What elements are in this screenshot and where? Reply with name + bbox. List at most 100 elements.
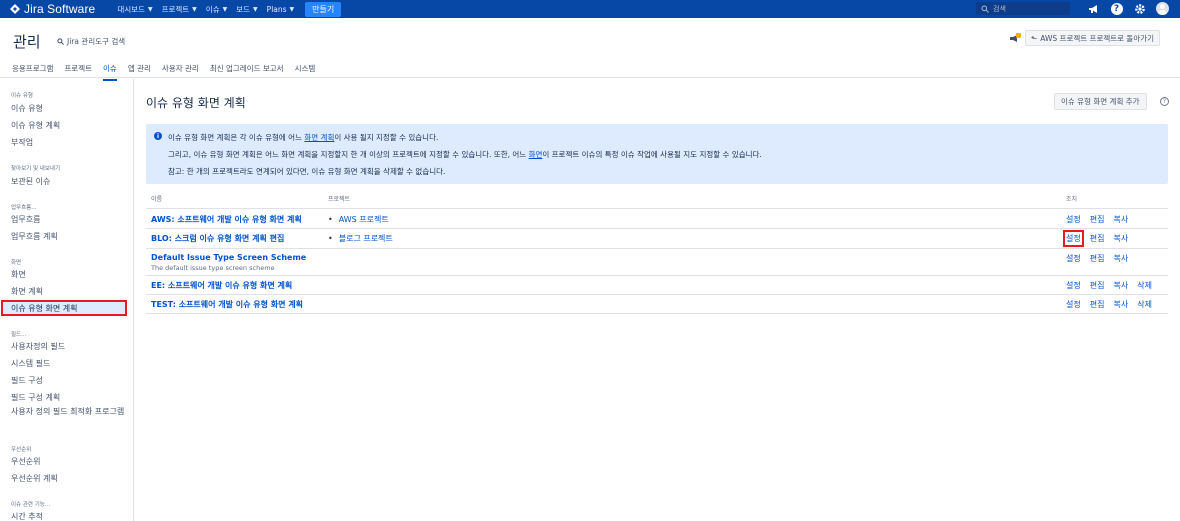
sidebar-item-issue-type-schemes[interactable]: 이슈 유형 계획 (11, 120, 60, 131)
edit-link[interactable]: 편집 (1090, 233, 1105, 244)
jira-logo[interactable]: Jira Software (10, 2, 95, 16)
create-button[interactable]: 만들기 (305, 1, 342, 17)
add-issue-type-screen-scheme-button[interactable]: 이슈 유형 화면 계획 추가 (1054, 93, 1147, 110)
sidebar-item-archived-issues[interactable]: 보관된 이슈 (11, 176, 50, 187)
info-line-1: 이슈 유형 화면 계획은 각 이슈 유형에 어느 화면 계획이 사용 될지 지정… (168, 133, 439, 142)
nav-dashboards[interactable]: 대시보드 ▼ (117, 4, 152, 15)
copy-link[interactable]: 복사 (1113, 214, 1128, 225)
row-divider (146, 248, 1168, 249)
delete-link[interactable]: 삭제 (1137, 299, 1152, 310)
tab-system[interactable]: 시스템 (295, 63, 316, 81)
sidebar-item-priority-schemes[interactable]: 우선순위 계획 (11, 473, 58, 484)
scheme-name-link[interactable]: TEST: 소프트웨어 개발 이슈 유형 화면 계획 (151, 299, 303, 310)
sidebar-item-priorities[interactable]: 우선순위 (11, 456, 40, 467)
sidebar-group-screens: 화면 (11, 260, 22, 266)
sidebar-item-subtasks[interactable]: 부작업 (11, 137, 33, 148)
configure-link[interactable]: 설정 (1066, 299, 1081, 310)
sidebar-item-field-configuration-schemes[interactable]: 필드 구성 계획 (11, 392, 60, 403)
product-name: Jira Software (24, 2, 96, 16)
notifications-megaphone-icon[interactable] (1086, 1, 1101, 16)
sidebar-item-workflow-schemes[interactable]: 업무흐름 계획 (11, 231, 58, 242)
sidebar-group-browse-export: 찾아보기 및 내보내기 (11, 166, 61, 172)
avatar-icon (1156, 2, 1169, 15)
table-header-divider (146, 208, 1168, 209)
row-actions: 설정 편집 복사 삭제 (1066, 299, 1161, 310)
copy-link[interactable]: 복사 (1113, 299, 1128, 310)
column-header-projects: 프로젝트 (328, 196, 351, 203)
help-icon[interactable]: ? (1160, 97, 1169, 106)
nav-projects[interactable]: 프로젝트 ▼ (162, 4, 197, 15)
jira-diamond-icon (10, 4, 20, 14)
sidebar-item-custom-fields[interactable]: 사용자정의 필드 (11, 341, 65, 352)
sidebar-item-custom-field-optimizer[interactable]: 사용자 정의 필드 최적화 프로그램 (11, 407, 129, 416)
row-actions: 설정 편집 복사 (1066, 214, 1137, 225)
user-avatar[interactable] (1155, 1, 1170, 16)
edit-link[interactable]: 편집 (1090, 253, 1105, 264)
info-line-2: 그리고, 이슈 유형 화면 계획은 어느 화면 계획을 지정할지 한 개 이상의… (168, 150, 762, 159)
sidebar-item-issue-types[interactable]: 이슈 유형 (11, 103, 43, 114)
scheme-name-link[interactable]: EE: 소프트웨어 개발 이슈 유형 화면 계획 (151, 280, 292, 291)
sidebar-group-priorities: 우선순위 (11, 447, 32, 453)
edit-link[interactable]: 편집 (1090, 299, 1105, 310)
scheme-name-link[interactable]: BLO: 스크럼 이슈 유형 화면 계획 편집 (151, 233, 284, 244)
sidebar-group-issue-types: 이슈 유형 (11, 93, 33, 99)
configure-link[interactable]: 설정 (1066, 214, 1081, 225)
back-to-project-button[interactable]: ⬑ AWS 프로젝트 프로젝트로 돌아가기 (1025, 30, 1161, 46)
sidebar-item-screen-schemes[interactable]: 화면 계획 (11, 286, 43, 297)
row-divider (146, 313, 1168, 314)
nav-plans[interactable]: Plans ▼ (267, 5, 295, 14)
screens-link[interactable]: 화면 (529, 150, 543, 159)
copy-link[interactable]: 복사 (1113, 280, 1128, 291)
project-list-item: • 블로그 프로젝트 (328, 233, 393, 244)
feedback-icon[interactable] (1009, 33, 1021, 45)
search-icon (981, 5, 989, 13)
chevron-down-icon: ▼ (147, 5, 153, 13)
chevron-down-icon: ▼ (253, 5, 258, 13)
tab-user-management[interactable]: 사용자 관리 (162, 63, 199, 81)
scheme-name-link[interactable]: Default Issue Type Screen Scheme (151, 253, 306, 262)
tab-upgrade-report[interactable]: 최신 업그레이드 보고서 (210, 63, 284, 81)
row-divider (146, 275, 1168, 276)
gear-icon[interactable] (1132, 1, 1147, 16)
project-link[interactable]: AWS 프로젝트 (339, 214, 389, 225)
sidebar-item-time-tracking[interactable]: 시간 추적 (11, 511, 43, 521)
configure-link[interactable]: 설정 (1066, 253, 1081, 264)
admin-header: 관리 Jira 관리도구 검색 ⬑ AWS 프로젝트 프로젝트로 돌아가기 응용… (0, 18, 1180, 81)
nav-boards[interactable]: 보드 ▼ (236, 4, 257, 15)
section-title: 이슈 유형 화면 계획 (146, 96, 246, 110)
sidebar-item-screens[interactable]: 화면 (11, 269, 26, 280)
row-actions: 설정 편집 복사 (1063, 230, 1137, 247)
row-divider (146, 294, 1168, 295)
configure-link[interactable]: 설정 (1063, 230, 1084, 247)
back-arrow-icon: ⬑ (1031, 33, 1038, 43)
sidebar-item-system-fields[interactable]: 시스템 필드 (11, 358, 50, 369)
nav-issues[interactable]: 이슈 ▼ (206, 4, 227, 15)
edit-link[interactable]: 편집 (1090, 214, 1105, 225)
row-divider (146, 228, 1168, 229)
screen-schemes-link[interactable]: 화면 계획 (304, 133, 334, 142)
admin-sidebar: 이슈 유형 이슈 유형 이슈 유형 계획 부작업 찾아보기 및 내보내기 보관된… (0, 79, 134, 521)
search-icon (57, 38, 64, 45)
column-header-name: 이름 (151, 196, 163, 203)
delete-link[interactable]: 삭제 (1137, 280, 1152, 291)
chevron-down-icon: ▼ (289, 5, 295, 13)
top-navigation-bar: Jira Software 대시보드 ▼ 프로젝트 ▼ 이슈 ▼ 보드 ▼ Plans ▼… (0, 0, 1180, 18)
column-header-actions: 조치 (1066, 196, 1078, 203)
global-search-input[interactable]: 검색 (976, 2, 1070, 15)
copy-link[interactable]: 복사 (1113, 253, 1128, 264)
sidebar-item-field-configurations[interactable]: 필드 구성 (11, 375, 43, 386)
admin-search-link[interactable]: Jira 관리도구 검색 (57, 36, 125, 47)
info-line-3: 참고: 한 개의 프로젝트라도 연계되어 있다면, 이슈 유형 화면 계획을 삭… (168, 167, 446, 176)
row-actions: 설정 편집 복사 삭제 (1066, 280, 1161, 291)
sidebar-item-issue-type-screen-schemes[interactable]: 이슈 유형 화면 계획 (1, 300, 127, 316)
sidebar-group-workflows: 업무흐름... (11, 205, 37, 211)
sidebar-group-issue-features: 이슈 관련 기능... (11, 502, 51, 508)
copy-link[interactable]: 복사 (1113, 233, 1128, 244)
chevron-down-icon: ▼ (222, 5, 228, 13)
configure-link[interactable]: 설정 (1066, 280, 1081, 291)
scheme-name-link[interactable]: AWS: 소프트웨어 개발 이슈 유형 화면 계획 (151, 214, 302, 225)
sidebar-item-workflows[interactable]: 업무흐름 (11, 214, 40, 225)
help-icon[interactable]: ? (1109, 1, 1124, 16)
edit-link[interactable]: 편집 (1090, 280, 1105, 291)
project-link[interactable]: 블로그 프로젝트 (339, 233, 393, 244)
